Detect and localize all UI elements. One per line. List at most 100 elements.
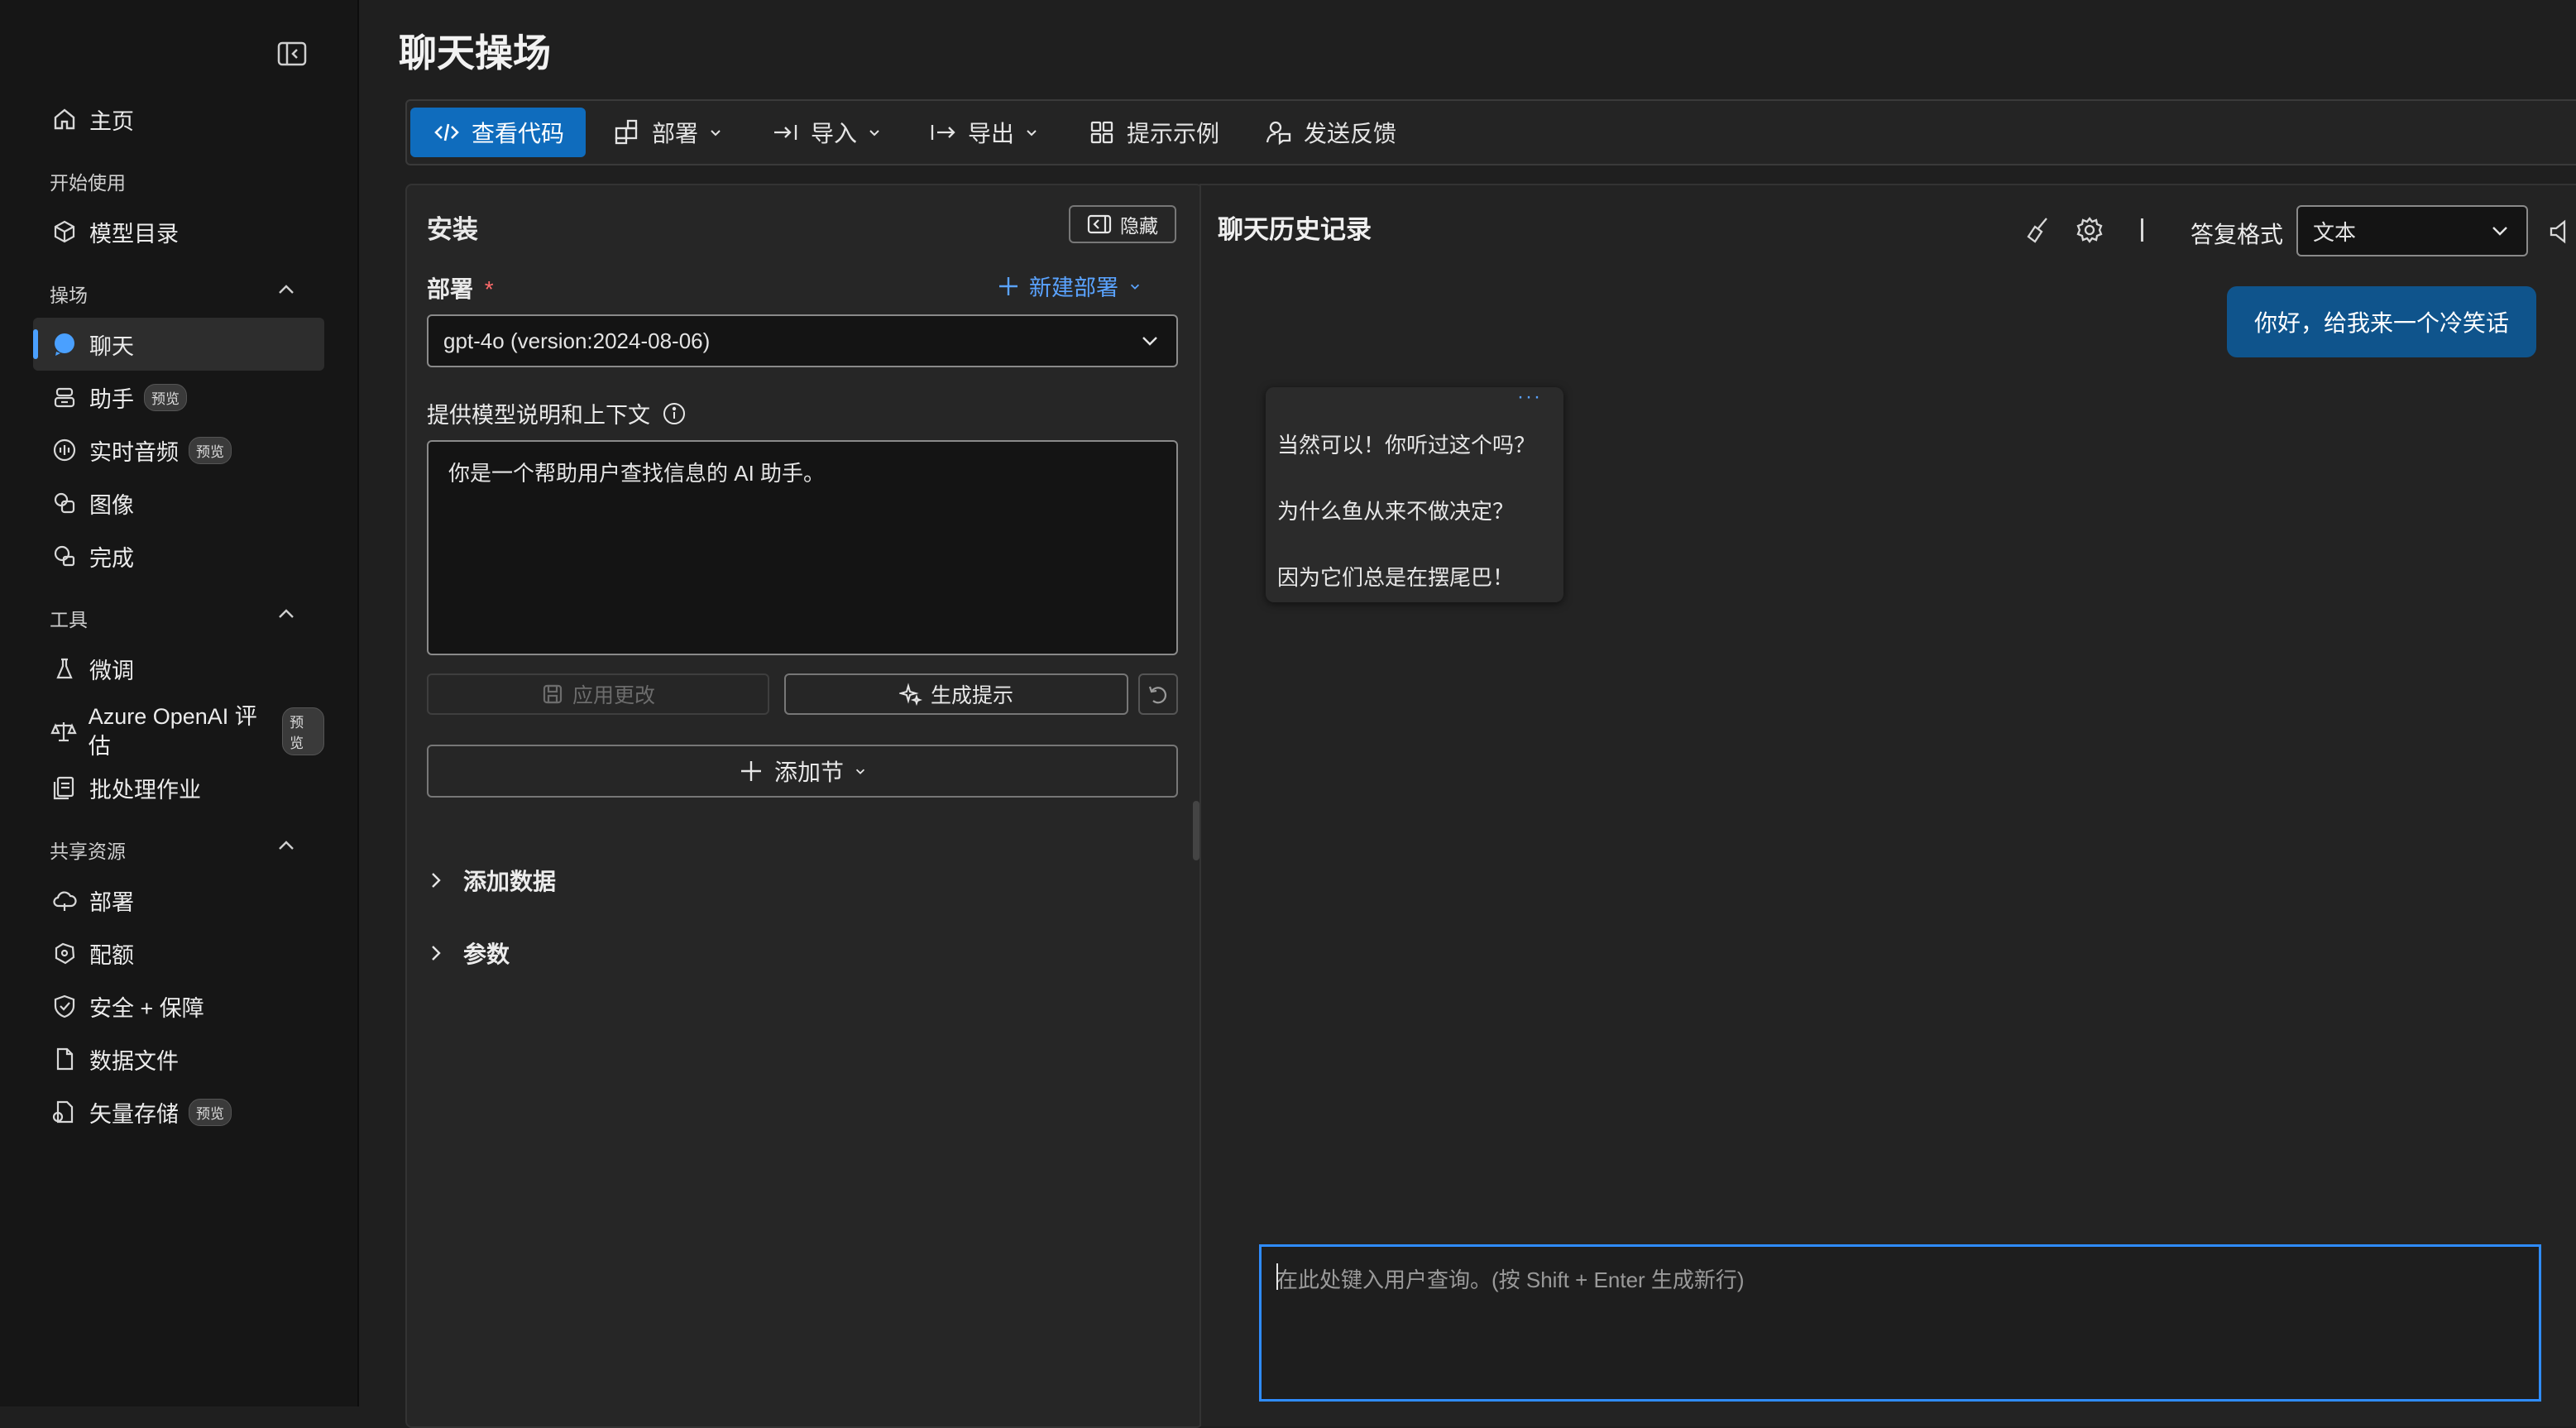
- sidebar-item-realtime-audio[interactable]: 实时音频 预览: [33, 424, 324, 477]
- deployment-select[interactable]: gpt-4o (version:2024-08-06): [427, 314, 1178, 367]
- sidebar-item-safety[interactable]: 安全 + 保障: [33, 980, 324, 1033]
- response-format-select[interactable]: 文本: [2296, 205, 2528, 256]
- file-icon: [48, 1042, 81, 1076]
- apply-changes-button[interactable]: 应用更改: [427, 673, 769, 715]
- sidebar-item-batch-jobs[interactable]: 批处理作业: [33, 761, 324, 814]
- sidebar-item-label: 主页: [89, 108, 134, 134]
- chat-panel: 聊天历史记录 答复格式 文本 你好，给我来一个冷笑话 ··· 当然可以！你听过这…: [1199, 184, 2576, 1426]
- export-button[interactable]: 导出: [928, 108, 1039, 157]
- chat-icon: [48, 328, 81, 361]
- audio-icon: [48, 434, 81, 467]
- chevron-down-icon: [708, 125, 723, 140]
- deployment-label: 部署 *: [427, 271, 494, 304]
- import-icon: [771, 117, 801, 147]
- send-feedback-button[interactable]: 发送反馈: [1264, 108, 1396, 157]
- user-message-bubble: 你好，给我来一个冷笑话: [2227, 286, 2536, 357]
- deployment-select-value: gpt-4o (version:2024-08-06): [443, 328, 711, 353]
- sidebar-item-assistants[interactable]: 助手 预览: [33, 371, 324, 424]
- toolbar-divider: [2141, 218, 2143, 242]
- chevron-down-icon: [867, 125, 882, 140]
- assistant-message-bubble: ··· 当然可以！你听过这个吗？ 为什么鱼从来不做决定？ 因为它们总是在摆尾巴！: [1266, 386, 1563, 602]
- reset-button[interactable]: [1138, 673, 1178, 715]
- deploy-icon: [612, 117, 642, 147]
- info-icon[interactable]: [662, 401, 687, 426]
- sidebar-item-home[interactable]: 主页: [33, 93, 324, 146]
- sidebar-item-label: 聊天: [89, 333, 134, 359]
- parameters-label: 参数: [463, 942, 510, 967]
- chevron-right-icon: [427, 871, 445, 889]
- system-message-text: 你是一个帮助用户查找信息的 AI 助手。: [448, 461, 826, 486]
- sidebar-item-label: 助手: [89, 386, 134, 412]
- view-code-label: 查看代码: [472, 121, 565, 146]
- prompt-samples-button[interactable]: 提示示例: [1087, 108, 1219, 157]
- import-label: 导入: [811, 121, 858, 146]
- plus-icon: [738, 758, 764, 784]
- assistant-line-2: 为什么鱼从来不做决定？: [1277, 499, 1515, 524]
- new-deployment-button[interactable]: 新建部署: [996, 270, 1142, 302]
- system-message-label-text: 提供模型说明和上下文: [427, 403, 650, 428]
- section-tools: 工具: [50, 609, 88, 630]
- add-section-button[interactable]: 添加节: [427, 745, 1178, 798]
- sidebar-item-label: 完成: [89, 545, 134, 571]
- page-title: 聊天操场: [399, 31, 551, 74]
- sidebar-item-fine-tuning[interactable]: 微调: [33, 642, 324, 695]
- parameters-expander[interactable]: 参数: [427, 937, 510, 970]
- hide-button[interactable]: 隐藏: [1069, 205, 1176, 243]
- more-options-icon[interactable]: ···: [1517, 386, 1542, 409]
- deploy-button[interactable]: 部署: [612, 108, 723, 157]
- robot-icon: [48, 381, 81, 414]
- sidebar-item-images[interactable]: 图像: [33, 477, 324, 530]
- preview-badge: 预览: [189, 1098, 232, 1126]
- chevron-up-icon[interactable]: [273, 276, 299, 303]
- completions-icon: [48, 539, 81, 573]
- settings-gear-icon[interactable]: [2075, 215, 2104, 245]
- quota-icon: [48, 937, 81, 970]
- sidebar-item-deployments[interactable]: 部署: [33, 874, 324, 927]
- sidebar-item-azure-eval[interactable]: Azure OpenAI 评估 预览: [33, 700, 324, 763]
- panel-resize-handle[interactable]: [1193, 801, 1199, 860]
- image-icon: [48, 486, 81, 520]
- sidebar-item-label: 微调: [89, 658, 134, 683]
- user-query-placeholder: 在此处键入用户查询。(按 Shift + Enter 生成新行): [1276, 1267, 1745, 1292]
- system-message-textarea[interactable]: 你是一个帮助用户查找信息的 AI 助手。: [427, 440, 1178, 655]
- sidebar-item-label: 模型目录: [89, 221, 179, 247]
- import-button[interactable]: 导入: [771, 108, 882, 157]
- feedback-icon: [1264, 117, 1294, 147]
- cube-icon: [48, 215, 81, 248]
- apply-changes-label: 应用更改: [572, 684, 655, 707]
- add-section-label: 添加节: [773, 760, 844, 785]
- user-query-input[interactable]: 在此处键入用户查询。(按 Shift + Enter 生成新行): [1259, 1244, 2541, 1402]
- clear-chat-icon[interactable]: [2023, 215, 2053, 245]
- hide-label: 隐藏: [1120, 215, 1158, 237]
- sidebar-item-model-catalog[interactable]: 模型目录: [33, 205, 324, 258]
- vector-store-icon: [48, 1095, 81, 1129]
- chevron-down-icon: [1128, 280, 1142, 293]
- collapse-sidebar-icon[interactable]: [276, 40, 308, 68]
- chevron-up-icon[interactable]: [273, 601, 299, 627]
- setup-panel: 安装 隐藏 部署 * 新建部署 gpt-4o (version:2024-08-…: [405, 184, 1203, 1428]
- chevron-up-icon[interactable]: [273, 832, 299, 859]
- chat-history-title: 聊天历史记录: [1218, 215, 1372, 244]
- sidebar-item-vector-stores[interactable]: 矢量存储 预览: [33, 1085, 324, 1138]
- export-label: 导出: [968, 121, 1015, 146]
- speaker-icon[interactable]: [2548, 218, 2573, 245]
- new-deployment-label: 新建部署: [1029, 276, 1118, 300]
- sidebar-item-chat[interactable]: 聊天: [33, 318, 324, 371]
- chevron-down-icon: [854, 764, 867, 778]
- sparkle-icon: [898, 683, 922, 706]
- generate-prompt-button[interactable]: 生成提示: [784, 673, 1128, 715]
- sidebar-item-completions[interactable]: 完成: [33, 530, 324, 582]
- view-code-button[interactable]: 查看代码: [410, 108, 587, 157]
- user-message-text: 你好，给我来一个冷笑话: [2253, 310, 2509, 336]
- sidebar-item-label: Azure OpenAI 评估: [88, 704, 257, 759]
- sidebar-item-label: 实时音频: [89, 439, 179, 465]
- shield-icon: [48, 990, 81, 1023]
- add-data-expander[interactable]: 添加数据: [427, 864, 556, 897]
- add-data-label: 添加数据: [463, 869, 557, 894]
- sidebar-item-data-files[interactable]: 数据文件: [33, 1033, 324, 1085]
- assistant-line-3: 因为它们总是在摆尾巴！: [1277, 565, 1515, 590]
- sidebar-item-quota[interactable]: 配额: [33, 927, 324, 980]
- preview-badge: 预览: [282, 707, 324, 755]
- system-message-label: 提供模型说明和上下文: [427, 397, 687, 429]
- chevron-right-icon: [427, 944, 445, 962]
